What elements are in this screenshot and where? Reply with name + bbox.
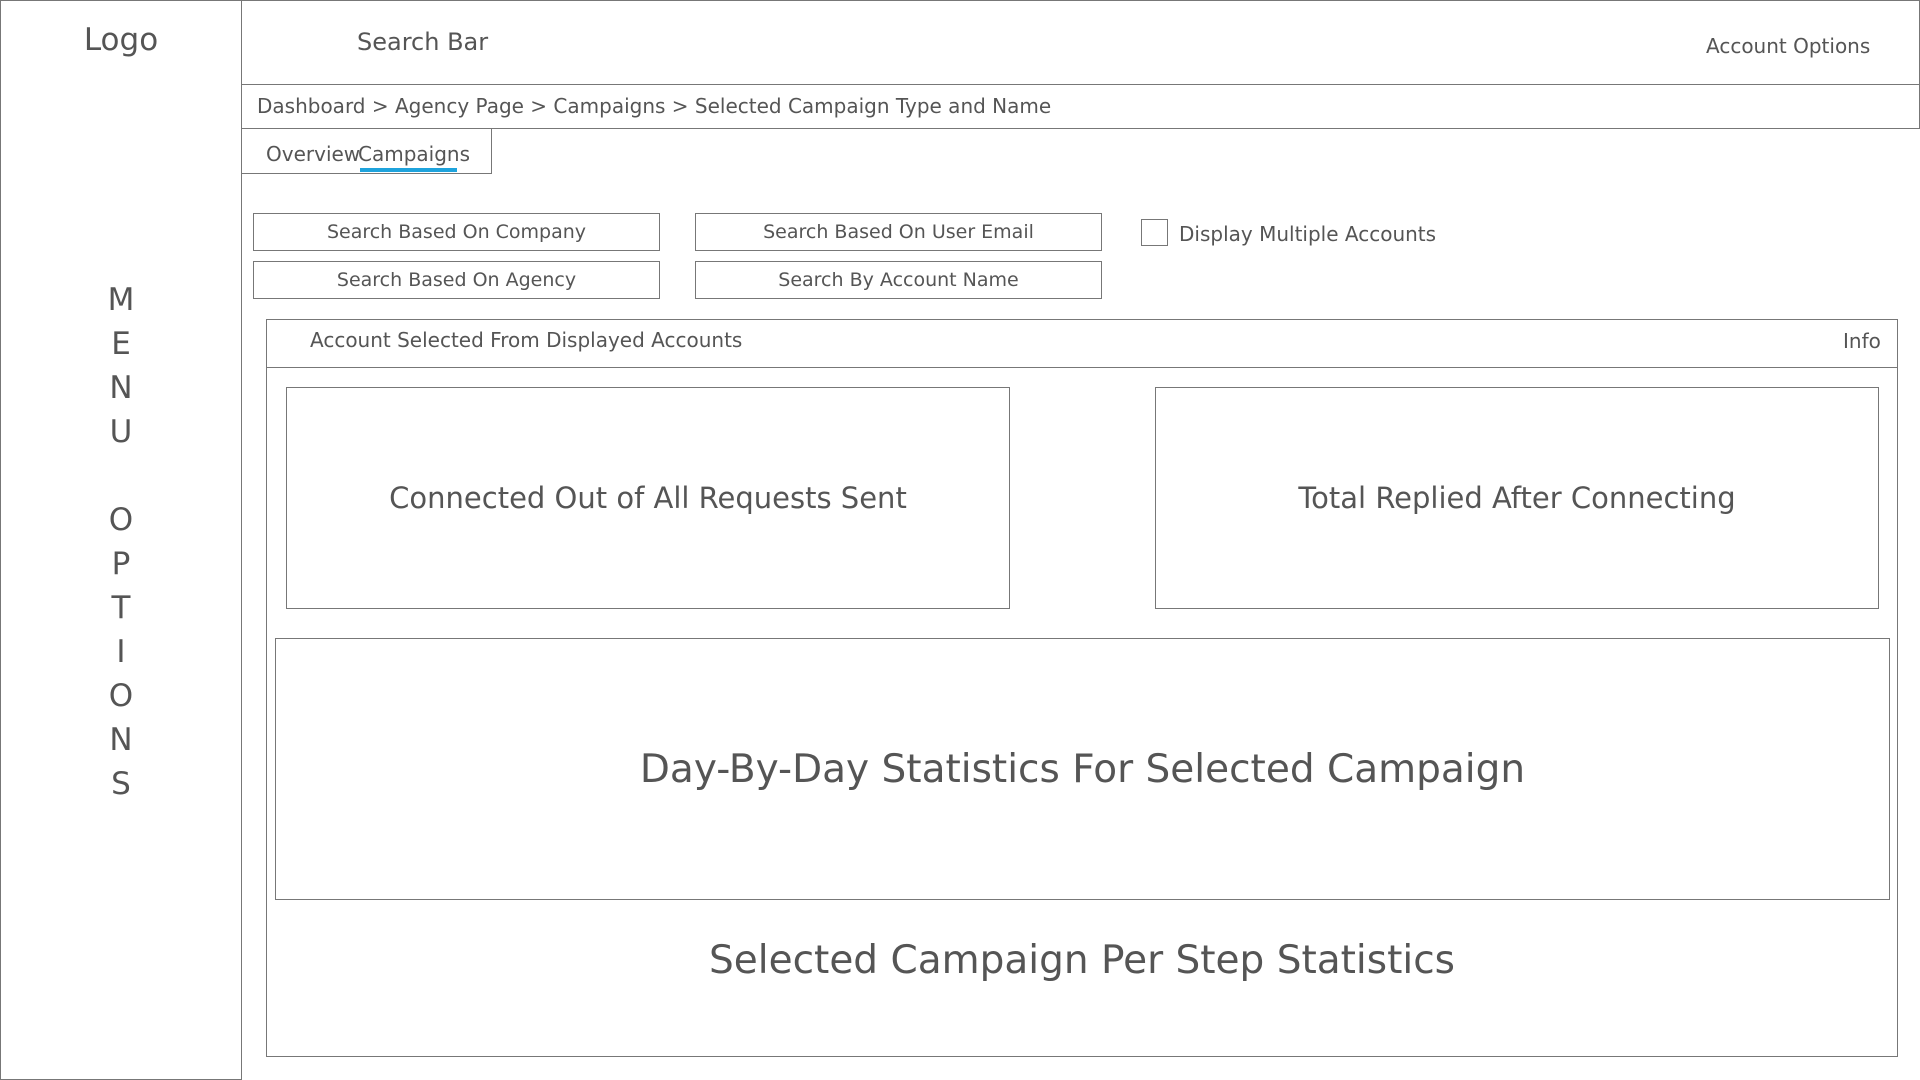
menu-letter: N [109, 370, 133, 406]
menu-letter: S [111, 766, 131, 802]
display-multiple-accounts-checkbox[interactable] [1141, 219, 1168, 246]
account-selected-label[interactable]: Account Selected From Displayed Accounts [310, 328, 742, 352]
breadcrumb-text[interactable]: Dashboard > Agency Page > Campaigns > Se… [257, 94, 1051, 118]
replied-stat-card: Total Replied After Connecting [1155, 387, 1879, 609]
panel-divider [266, 367, 1898, 368]
menu-letter: N [109, 722, 133, 758]
menu-letter: O [108, 678, 134, 714]
connected-stat-label: Connected Out of All Requests Sent [389, 481, 907, 515]
display-multiple-accounts-label: Display Multiple Accounts [1179, 222, 1437, 246]
search-user-email-button[interactable]: Search Based On User Email [695, 213, 1102, 251]
menu-letter: M [107, 282, 135, 318]
info-button[interactable]: Info [1843, 329, 1881, 353]
menu-letter: U [109, 414, 133, 450]
menu-letter: E [111, 326, 131, 362]
search-account-name-button[interactable]: Search By Account Name [695, 261, 1102, 299]
daily-stats-card: Day-By-Day Statistics For Selected Campa… [275, 638, 1890, 900]
search-company-button[interactable]: Search Based On Company [253, 213, 660, 251]
search-agency-button[interactable]: Search Based On Agency [253, 261, 660, 299]
menu-letter: T [111, 590, 131, 626]
tab-campaigns[interactable]: Campaigns [358, 142, 470, 166]
menu-letter: P [111, 546, 131, 582]
top-header [241, 0, 1920, 85]
account-options-button[interactable]: Account Options [1706, 34, 1870, 58]
tab-overview[interactable]: Overview [266, 142, 360, 166]
menu-spacer [0, 454, 242, 498]
menu-letter: I [116, 634, 126, 670]
replied-stat-label: Total Replied After Connecting [1298, 481, 1736, 515]
search-bar[interactable]: Search Bar [357, 28, 488, 56]
daily-stats-label: Day-By-Day Statistics For Selected Campa… [639, 746, 1526, 792]
active-tab-indicator [360, 168, 457, 172]
logo[interactable]: Logo [0, 22, 242, 58]
menu-letter: O [108, 502, 134, 538]
per-step-stats-label: Selected Campaign Per Step Statistics [709, 938, 1455, 983]
connected-stat-card: Connected Out of All Requests Sent [286, 387, 1010, 609]
menu-options[interactable]: M E N U O P T I O N S [0, 278, 242, 806]
